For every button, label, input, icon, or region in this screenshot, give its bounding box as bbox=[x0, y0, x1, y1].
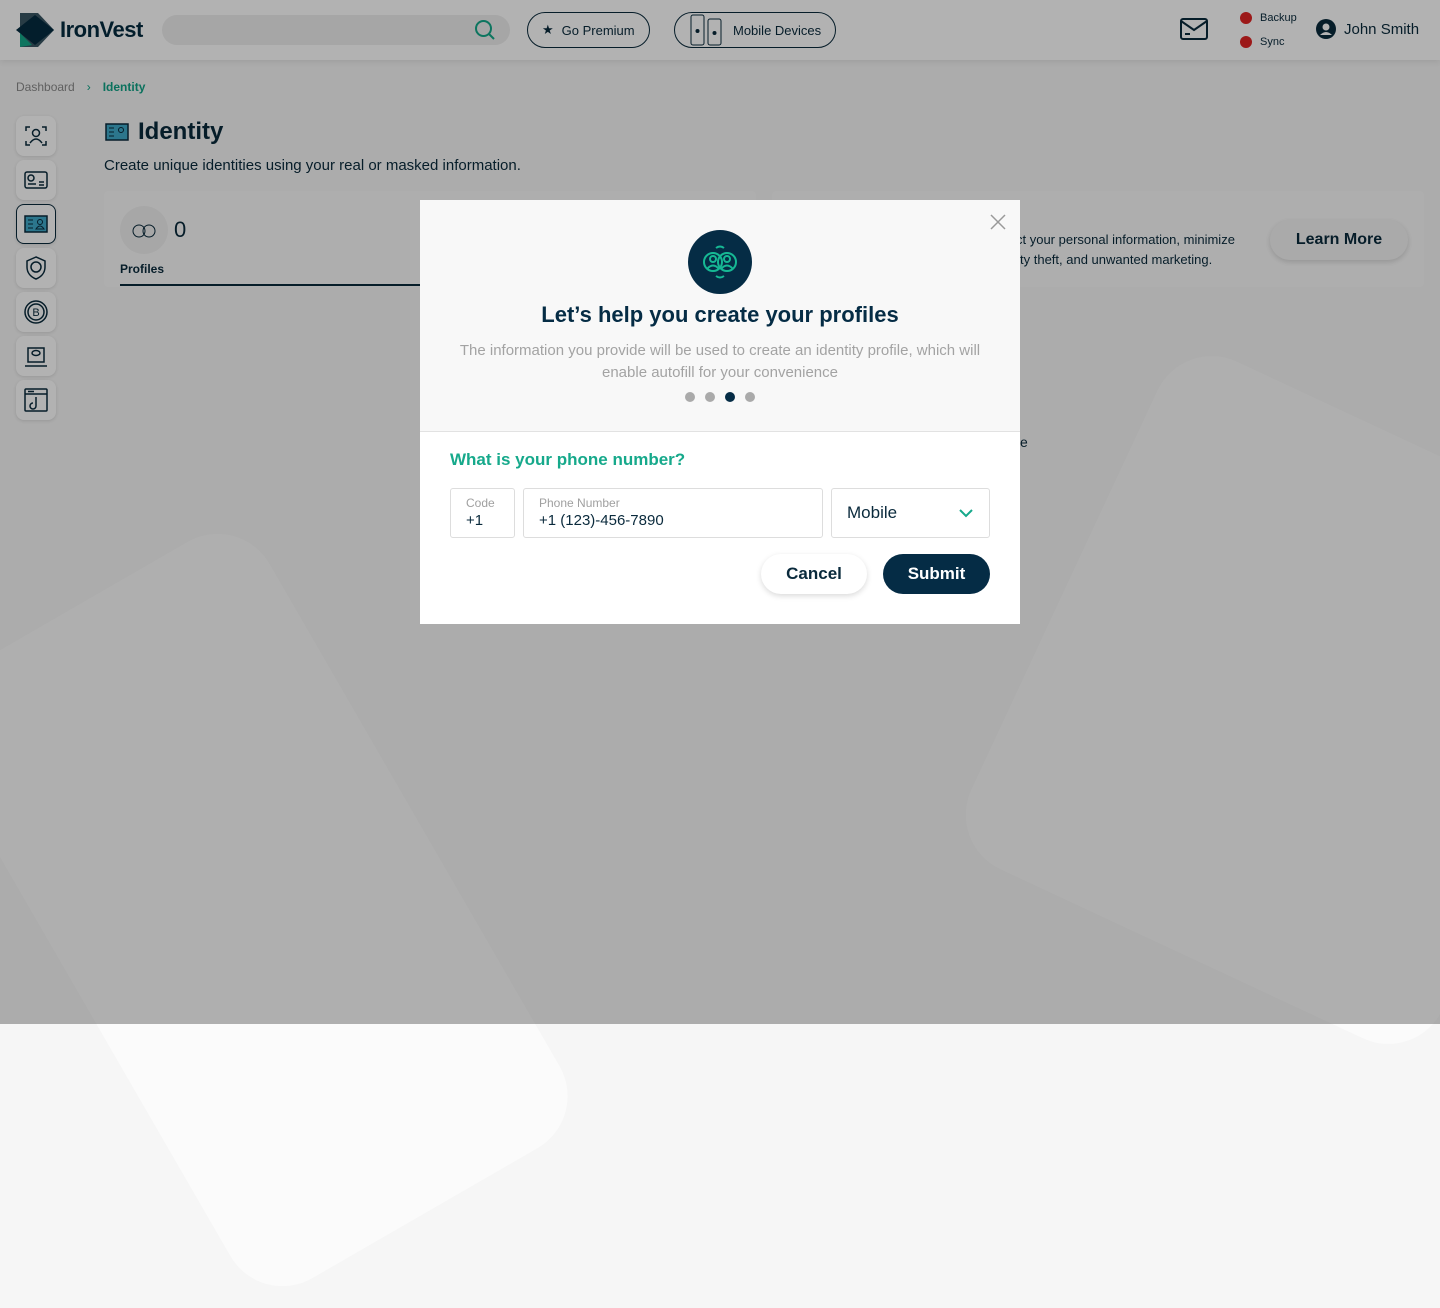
step-dot[interactable] bbox=[685, 392, 695, 402]
modal-title: Let’s help you create your profiles bbox=[541, 302, 899, 327]
step-dot-active[interactable] bbox=[725, 392, 735, 402]
code-value: +1 bbox=[466, 512, 484, 529]
step-dot[interactable] bbox=[745, 392, 755, 402]
country-code-field[interactable]: Code +1 bbox=[450, 488, 515, 538]
step-indicator bbox=[420, 392, 1020, 402]
cancel-button[interactable]: Cancel bbox=[761, 554, 867, 594]
modal-description: The information you provide will be used… bbox=[459, 342, 981, 381]
question-label: What is your phone number? bbox=[450, 450, 686, 469]
phone-type-select[interactable]: Mobile bbox=[831, 488, 990, 538]
profiles-sync-icon bbox=[688, 230, 752, 294]
phone-number-field[interactable]: Phone Number +1 (123)-456-7890 bbox=[523, 488, 823, 538]
close-icon[interactable] bbox=[988, 212, 1008, 232]
code-label: Code bbox=[466, 496, 495, 510]
create-profile-modal: Let’s help you create your profiles The … bbox=[420, 200, 1020, 624]
submit-button[interactable]: Submit bbox=[883, 554, 990, 594]
phone-type-value: Mobile bbox=[847, 503, 898, 522]
phone-label: Phone Number bbox=[539, 496, 620, 510]
step-dot[interactable] bbox=[705, 392, 715, 402]
chevron-down-icon bbox=[959, 509, 973, 518]
phone-value: +1 (123)-456-7890 bbox=[539, 512, 664, 529]
